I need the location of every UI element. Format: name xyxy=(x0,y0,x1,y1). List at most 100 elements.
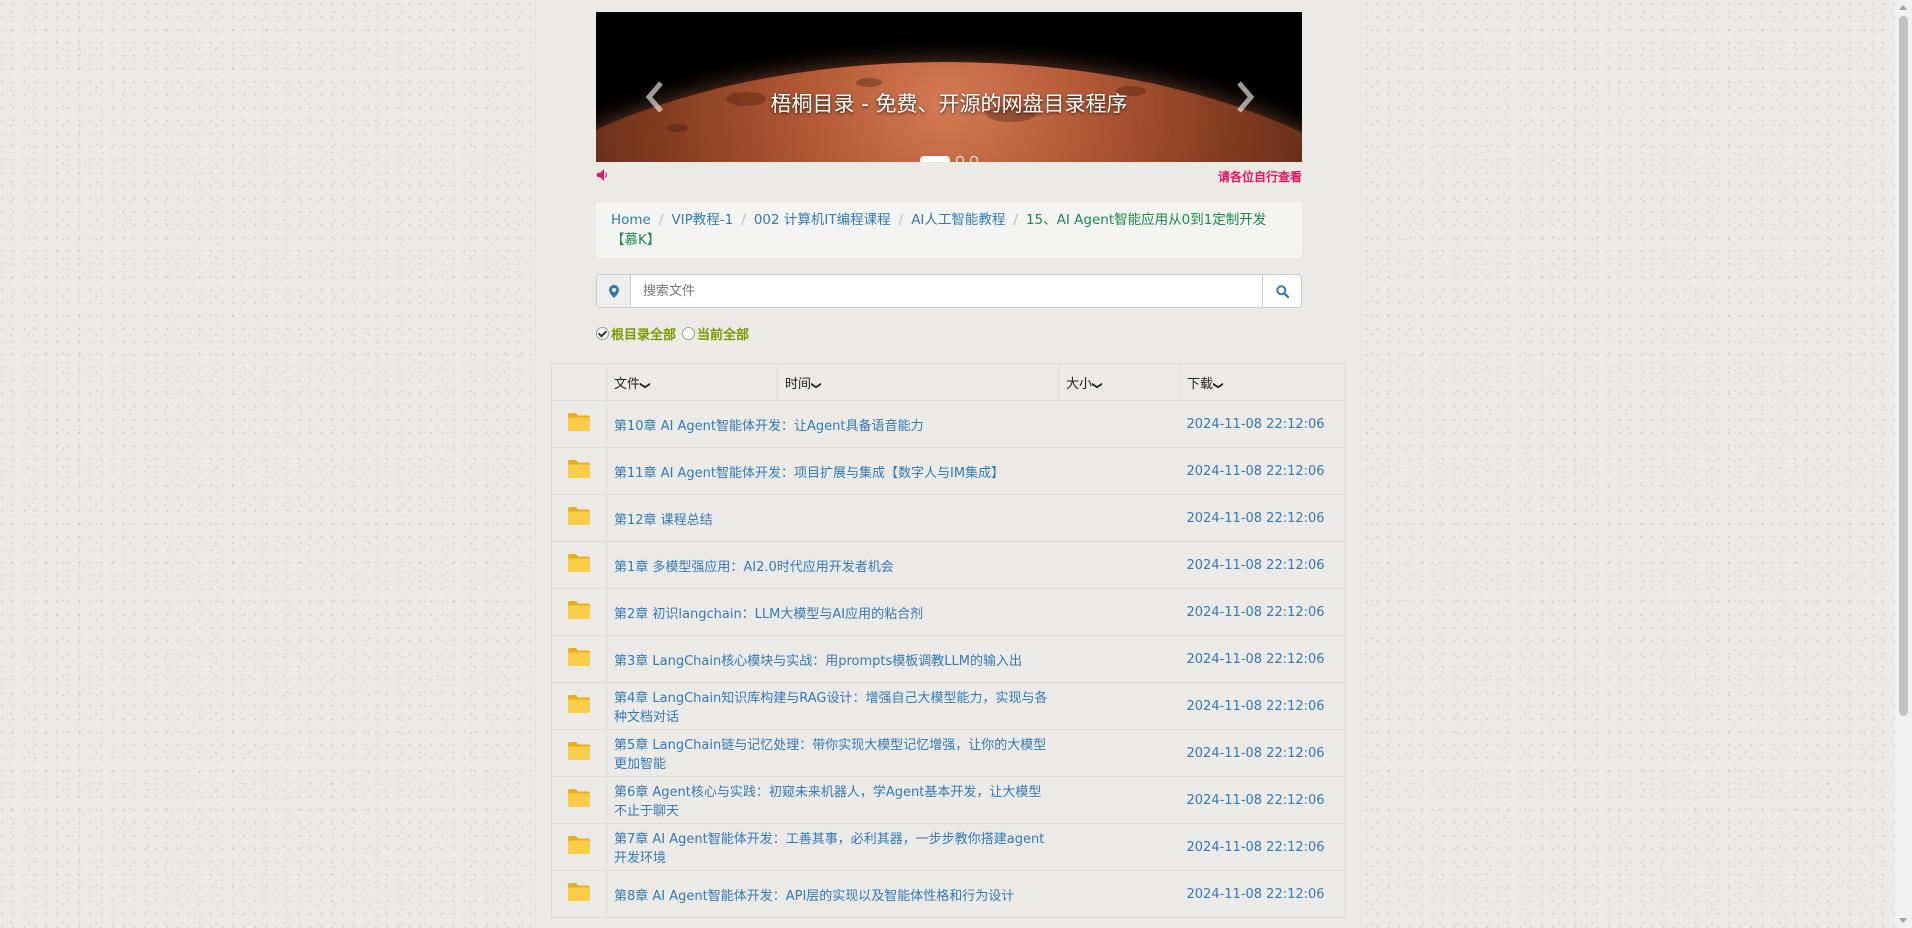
header-size[interactable]: 大小❯ xyxy=(1058,363,1180,401)
folder-icon[interactable] xyxy=(551,729,607,777)
folder-link[interactable]: 第11章 AI Agent智能体开发：项目扩展与集成【数字人与IM集成】 xyxy=(614,466,1004,481)
page-scrollbar[interactable] xyxy=(1895,0,1912,928)
file-table: 文件❯ 时间❯ 大小❯ 下载❯ 第10章 AI Agent智能体开发：让Agen… xyxy=(551,363,1346,918)
breadcrumb-home[interactable]: Home xyxy=(611,212,651,228)
carousel-caption: 梧桐目录 - 免费、开源的网盘目录程序 xyxy=(770,92,1128,116)
file-time-cell: 2024-11-08 22:12:06 xyxy=(1179,400,1346,448)
folder-icon[interactable] xyxy=(551,588,607,636)
scope-root-all[interactable]: 根目录全部 xyxy=(596,324,676,343)
folder-icon[interactable] xyxy=(551,776,607,824)
folder-link[interactable]: 第8章 AI Agent智能体开发：API层的实现以及智能体性格和行为设计 xyxy=(614,889,1014,904)
table-row[interactable]: 第3章 LangChain核心模块与实战：用prompts模板调教LLM的输入出… xyxy=(551,635,1346,683)
table-row[interactable]: 第12章 课程总结 2024-11-08 22:12:06 xyxy=(551,494,1346,542)
chevron-down-icon: ❯ xyxy=(1212,380,1224,390)
breadcrumb-it-courses[interactable]: 002 计算机IT编程课程 xyxy=(754,212,891,228)
scope-current-all[interactable]: 当前全部 xyxy=(682,324,749,343)
carousel-indicators xyxy=(596,156,1302,162)
folder-icon[interactable] xyxy=(551,823,607,871)
table-row[interactable]: 第10章 AI Agent智能体开发：让Agent具备语音能力 2024-11-0… xyxy=(551,400,1346,448)
carousel-indicator[interactable] xyxy=(970,156,978,162)
header-time[interactable]: 时间❯ xyxy=(777,363,1059,401)
scope-root-all-label: 根目录全部 xyxy=(611,327,677,343)
scroll-down-icon[interactable] xyxy=(1899,918,1907,923)
notice-bar: 请各位自行查看 xyxy=(596,168,1302,184)
file-name-cell: 第2章 初识langchain：LLM大模型与AI应用的粘合剂 xyxy=(606,588,1059,636)
file-name-cell: 第11章 AI Agent智能体开发：项目扩展与集成【数字人与IM集成】 xyxy=(606,447,1059,495)
file-time-cell: 2024-11-08 22:12:06 xyxy=(1179,823,1346,871)
file-time-cell: 2024-11-08 22:12:06 xyxy=(1179,729,1346,777)
carousel-indicator[interactable] xyxy=(956,156,964,162)
table-row[interactable]: 第1章 多模型强应用：AI2.0时代应用开发者机会 2024-11-08 22:1… xyxy=(551,541,1346,589)
folder-icon[interactable] xyxy=(551,400,607,448)
header-file[interactable]: 文件❯ xyxy=(606,363,778,401)
table-row[interactable]: 第7章 AI Agent智能体开发：工善其事，必利其器，一步步教你搭建agent… xyxy=(551,823,1346,871)
chevron-down-icon: ❯ xyxy=(639,380,651,390)
folder-icon[interactable] xyxy=(551,447,607,495)
file-time-cell: 2024-11-08 22:12:06 xyxy=(1179,588,1346,636)
search-input[interactable] xyxy=(631,275,1262,307)
speaker-icon xyxy=(597,169,608,181)
table-row[interactable]: 第8章 AI Agent智能体开发：API层的实现以及智能体性格和行为设计 202… xyxy=(551,870,1346,918)
file-name-cell: 第5章 LangChain链与记忆处理：带你实现大模型记忆增强，让你的大模型更加… xyxy=(606,729,1059,777)
file-size-cell xyxy=(1058,541,1180,589)
file-time-cell: 2024-11-08 22:12:06 xyxy=(1179,494,1346,542)
file-time-cell: 2024-11-08 22:12:06 xyxy=(1179,541,1346,589)
file-name-cell: 第7章 AI Agent智能体开发：工善其事，必利其器，一步步教你搭建agent… xyxy=(606,823,1059,871)
file-size-cell xyxy=(1058,823,1180,871)
file-size-cell xyxy=(1058,776,1180,824)
folder-icon[interactable] xyxy=(551,682,607,730)
folder-link[interactable]: 第4章 LangChain知识库构建与RAG设计：增强自己大模型能力，实现与各种… xyxy=(614,691,1047,725)
breadcrumb: Home / VIP教程-1/002 计算机IT编程课程 / AI人工智能教程/15、A… xyxy=(596,202,1302,258)
file-time-cell: 2024-11-08 22:12:06 xyxy=(1179,682,1346,730)
folder-icon[interactable] xyxy=(551,635,607,683)
folder-link[interactable]: 第5章 LangChain链与记忆处理：带你实现大模型记忆增强，让你的大模型更加… xyxy=(614,738,1046,772)
radio-root-all[interactable] xyxy=(596,326,609,340)
map-marker-icon xyxy=(608,284,619,298)
folder-icon[interactable] xyxy=(551,870,607,918)
file-name-cell: 第4章 LangChain知识库构建与RAG设计：增强自己大模型能力，实现与各种… xyxy=(606,682,1059,730)
file-size-cell xyxy=(1058,494,1180,542)
folder-link[interactable]: 第1章 多模型强应用：AI2.0时代应用开发者机会 xyxy=(614,560,894,575)
scrollbar-thumb[interactable] xyxy=(1899,16,1908,716)
file-size-cell xyxy=(1058,447,1180,495)
breadcrumb-ai-courses[interactable]: AI人工智能教程 xyxy=(911,212,1005,228)
file-size-cell xyxy=(1058,588,1180,636)
folder-link[interactable]: 第12章 课程总结 xyxy=(614,513,713,528)
file-name-cell: 第3章 LangChain核心模块与实战：用prompts模板调教LLM的输入出 xyxy=(606,635,1059,683)
page-container: 梧桐目录 - 免费、开源的网盘目录程序 请各位自行查看 Home / VIP教程-1… xyxy=(536,0,1360,928)
file-time-cell: 2024-11-08 22:12:06 xyxy=(1179,776,1346,824)
table-row[interactable]: 第2章 初识langchain：LLM大模型与AI应用的粘合剂 2024-11-0… xyxy=(551,588,1346,636)
header-download[interactable]: 下载❯ xyxy=(1179,363,1346,401)
banner-carousel[interactable]: 梧桐目录 - 免费、开源的网盘目录程序 xyxy=(596,12,1302,162)
folder-link[interactable]: 第3章 LangChain核心模块与实战：用prompts模板调教LLM的输入出 xyxy=(614,654,1022,669)
folder-link[interactable]: 第6章 Agent核心与实践：初窥未来机器人，学Agent基本开发，让大模型不止… xyxy=(614,785,1041,819)
folder-icon[interactable] xyxy=(551,494,607,542)
folder-icon[interactable] xyxy=(551,541,607,589)
search-addon xyxy=(597,275,631,307)
table-row[interactable]: 第11章 AI Agent智能体开发：项目扩展与集成【数字人与IM集成】 2024… xyxy=(551,447,1346,495)
notice-text: 请各位自行查看 xyxy=(1217,170,1302,184)
search-icon xyxy=(1275,284,1289,298)
file-size-cell xyxy=(1058,729,1180,777)
table-row[interactable]: 第5章 LangChain链与记忆处理：带你实现大模型记忆增强，让你的大模型更加… xyxy=(551,729,1346,777)
folder-link[interactable]: 第10章 AI Agent智能体开发：让Agent具备语音能力 xyxy=(614,419,924,434)
file-time-cell: 2024-11-08 22:12:06 xyxy=(1179,635,1346,683)
folder-link[interactable]: 第2章 初识langchain：LLM大模型与AI应用的粘合剂 xyxy=(614,607,923,622)
search-bar xyxy=(596,274,1302,308)
breadcrumb-vip[interactable]: VIP教程-1 xyxy=(671,212,733,228)
file-name-cell: 第12章 课程总结 xyxy=(606,494,1059,542)
file-name-cell: 第1章 多模型强应用：AI2.0时代应用开发者机会 xyxy=(606,541,1059,589)
file-time-cell: 2024-11-08 22:12:06 xyxy=(1179,870,1346,918)
table-row[interactable]: 第6章 Agent核心与实践：初窥未来机器人，学Agent基本开发，让大模型不止… xyxy=(551,776,1346,824)
carousel-indicator[interactable] xyxy=(920,156,950,162)
radio-current-all[interactable] xyxy=(682,326,696,340)
scope-current-all-label: 当前全部 xyxy=(697,327,750,343)
file-size-cell xyxy=(1058,682,1180,730)
scroll-up-icon[interactable] xyxy=(1899,5,1907,10)
file-name-cell: 第10章 AI Agent智能体开发：让Agent具备语音能力 xyxy=(606,400,1059,448)
chevron-down-icon: ❯ xyxy=(1091,380,1103,390)
folder-link[interactable]: 第7章 AI Agent智能体开发：工善其事，必利其器，一步步教你搭建agent… xyxy=(614,832,1044,866)
search-button[interactable] xyxy=(1262,275,1301,307)
table-row[interactable]: 第4章 LangChain知识库构建与RAG设计：增强自己大模型能力，实现与各种… xyxy=(551,682,1346,730)
header-icon-col xyxy=(551,363,607,401)
